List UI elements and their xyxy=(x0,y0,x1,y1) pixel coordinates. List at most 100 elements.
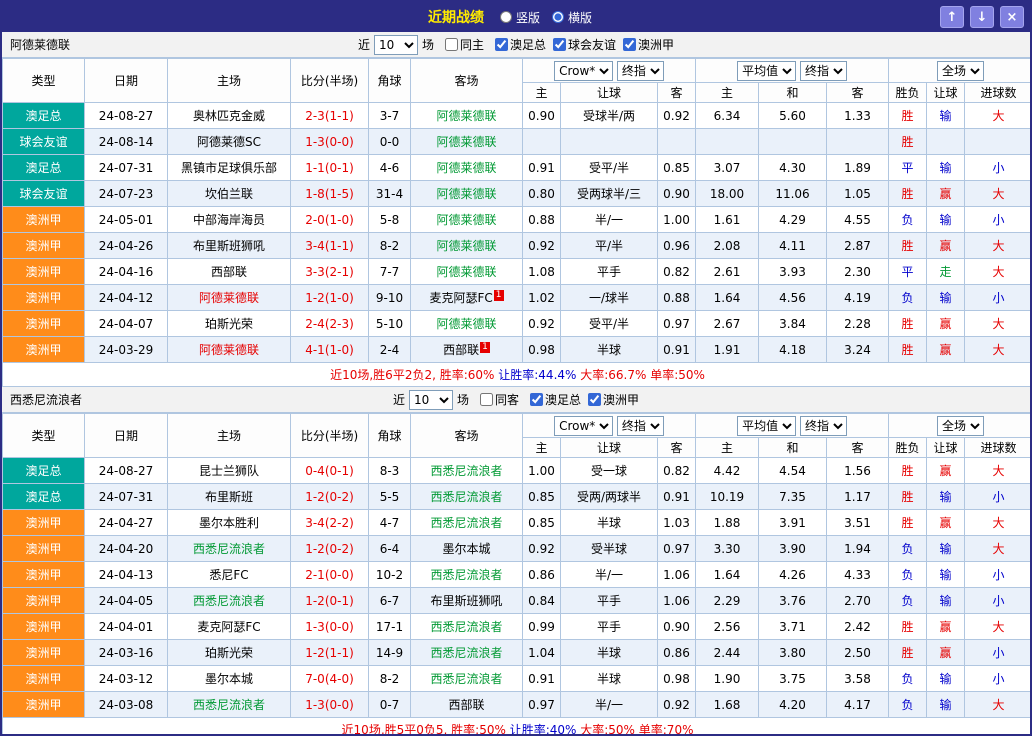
league-checkbox[interactable] xyxy=(553,38,566,51)
home-team[interactable]: 墨尔本胜利 xyxy=(168,510,291,536)
avg-final-select[interactable]: 终指 xyxy=(800,61,847,81)
home-team[interactable]: 中部海岸海员 xyxy=(168,207,291,233)
unit-label: 场 xyxy=(422,36,434,53)
home-team[interactable]: 奥林匹克金威 xyxy=(168,103,291,129)
home-team[interactable]: 西悉尼流浪者 xyxy=(168,536,291,562)
match-date: 24-04-13 xyxy=(85,562,168,588)
corner-score: 8-2 xyxy=(369,666,411,692)
handicap-final-select[interactable]: 终指 xyxy=(617,416,664,436)
home-team[interactable]: 珀斯光荣 xyxy=(168,640,291,666)
avg-home-odds: 1.90 xyxy=(696,666,759,692)
league-checkbox[interactable] xyxy=(530,393,543,406)
match-row: 澳洲甲24-04-01麦克阿瑟FC1-3(0-0)17-1西悉尼流浪者0.99平… xyxy=(3,614,1032,640)
home-team[interactable]: 墨尔本城 xyxy=(168,666,291,692)
scope-select[interactable]: 全场 xyxy=(937,416,984,436)
same-venue-checkbox[interactable] xyxy=(480,393,493,406)
bookmaker-select[interactable]: Crow* xyxy=(554,61,613,81)
away-team[interactable]: 阿德莱德联 xyxy=(411,129,523,155)
league-filter[interactable]: 澳洲甲 xyxy=(588,391,639,408)
home-team[interactable]: 坎伯兰联 xyxy=(168,181,291,207)
layout-option-horizontal[interactable]: 横版 xyxy=(552,9,592,26)
away-team[interactable]: 阿德莱德联 xyxy=(411,311,523,337)
away-team[interactable]: 西悉尼流浪者 xyxy=(411,458,523,484)
away-team[interactable]: 墨尔本城 xyxy=(411,536,523,562)
away-team[interactable]: 阿德莱德联 xyxy=(411,103,523,129)
home-team[interactable]: 西部联 xyxy=(168,259,291,285)
score: 3-4(1-1) xyxy=(291,233,369,259)
score: 1-3(0-0) xyxy=(291,614,369,640)
same-venue-checkbox[interactable] xyxy=(445,38,458,51)
handicap-home-odds: 1.02 xyxy=(523,285,561,311)
away-team[interactable]: 西悉尼流浪者 xyxy=(411,562,523,588)
avg-draw-odds: 3.93 xyxy=(759,259,827,285)
corner-score: 0-0 xyxy=(369,129,411,155)
match-row: 澳洲甲24-04-13悉尼FC2-1(0-0)10-2西悉尼流浪者0.86半/一… xyxy=(3,562,1032,588)
away-team[interactable]: 西悉尼流浪者 xyxy=(411,614,523,640)
handicap-final-select[interactable]: 终指 xyxy=(617,61,664,81)
layout-option-vertical[interactable]: 竖版 xyxy=(500,9,540,26)
away-team[interactable]: 阿德莱德联 xyxy=(411,181,523,207)
same-venue-filter[interactable]: 同主 xyxy=(445,36,484,53)
league-filter[interactable]: 澳洲甲 xyxy=(623,36,674,53)
away-team[interactable]: 西悉尼流浪者 xyxy=(411,510,523,536)
move-up-button[interactable]: ↑ xyxy=(940,6,964,28)
away-team[interactable]: 西悉尼流浪者 xyxy=(411,484,523,510)
home-team[interactable]: 黑镇市足球俱乐部 xyxy=(168,155,291,181)
close-button[interactable]: × xyxy=(1000,6,1024,28)
summary-segment: 单率:50% xyxy=(650,368,705,382)
home-team[interactable]: 西悉尼流浪者 xyxy=(168,692,291,718)
match-row: 澳洲甲24-03-29阿德莱德联4-1(1-0)2-4西部联10.98半球0.9… xyxy=(3,337,1032,363)
summary-segment: 单率:70% xyxy=(639,723,694,736)
bookmaker-select[interactable]: Crow* xyxy=(554,416,613,436)
handicap-home-odds: 0.98 xyxy=(523,337,561,363)
home-team[interactable]: 悉尼FC xyxy=(168,562,291,588)
scope-select[interactable]: 全场 xyxy=(937,61,984,81)
avg-select[interactable]: 平均值 xyxy=(737,61,796,81)
home-team[interactable]: 珀斯光荣 xyxy=(168,311,291,337)
away-team[interactable]: 布里斯班狮吼 xyxy=(411,588,523,614)
away-team[interactable]: 麦克阿瑟FC1 xyxy=(411,285,523,311)
topbar: 近期战绩 竖版 横版 ↑ ↓ × xyxy=(2,2,1030,32)
away-team[interactable]: 西悉尼流浪者 xyxy=(411,666,523,692)
layout-radio[interactable] xyxy=(552,11,564,23)
scope-header: 全场 xyxy=(889,414,1032,438)
count-select[interactable]: 10 xyxy=(374,35,418,55)
match-date: 24-04-16 xyxy=(85,259,168,285)
home-team[interactable]: 阿德莱德SC xyxy=(168,129,291,155)
avg-away-odds: 3.24 xyxy=(827,337,889,363)
away-team[interactable]: 西悉尼流浪者 xyxy=(411,640,523,666)
home-team[interactable]: 阿德莱德联 xyxy=(168,285,291,311)
avg-select[interactable]: 平均值 xyxy=(737,416,796,436)
score: 2-0(1-0) xyxy=(291,207,369,233)
league-filter[interactable]: 澳足总 xyxy=(530,391,581,408)
home-team[interactable]: 麦克阿瑟FC xyxy=(168,614,291,640)
away-team[interactable]: 阿德莱德联 xyxy=(411,233,523,259)
league-filter[interactable]: 澳足总 xyxy=(495,36,546,53)
away-team[interactable]: 阿德莱德联 xyxy=(411,207,523,233)
score: 4-1(1-0) xyxy=(291,337,369,363)
league-checkbox[interactable] xyxy=(495,38,508,51)
league-filter[interactable]: 球会友谊 xyxy=(553,36,616,53)
match-date: 24-08-27 xyxy=(85,103,168,129)
home-team[interactable]: 阿德莱德联 xyxy=(168,337,291,363)
layout-radio[interactable] xyxy=(500,11,512,23)
count-select[interactable]: 10 xyxy=(409,390,453,410)
avg-final-select[interactable]: 终指 xyxy=(800,416,847,436)
same-venue-filter[interactable]: 同客 xyxy=(480,391,519,408)
home-team[interactable]: 布里斯班狮吼 xyxy=(168,233,291,259)
move-down-button[interactable]: ↓ xyxy=(970,6,994,28)
home-team[interactable]: 西悉尼流浪者 xyxy=(168,588,291,614)
match-row: 澳洲甲24-04-20西悉尼流浪者1-2(0-2)6-4墨尔本城0.92受半球0… xyxy=(3,536,1032,562)
handicap-home-odds: 0.92 xyxy=(523,536,561,562)
home-team[interactable]: 布里斯班 xyxy=(168,484,291,510)
away-team[interactable]: 阿德莱德联 xyxy=(411,259,523,285)
away-team[interactable]: 阿德莱德联 xyxy=(411,155,523,181)
league-type-badge: 澳洲甲 xyxy=(3,259,85,285)
league-checkbox[interactable] xyxy=(623,38,636,51)
avg-home-odds: 1.68 xyxy=(696,692,759,718)
away-team[interactable]: 西部联1 xyxy=(411,337,523,363)
home-team[interactable]: 昆士兰狮队 xyxy=(168,458,291,484)
away-team[interactable]: 西部联 xyxy=(411,692,523,718)
league-checkbox[interactable] xyxy=(588,393,601,406)
league-type-badge: 澳足总 xyxy=(3,484,85,510)
